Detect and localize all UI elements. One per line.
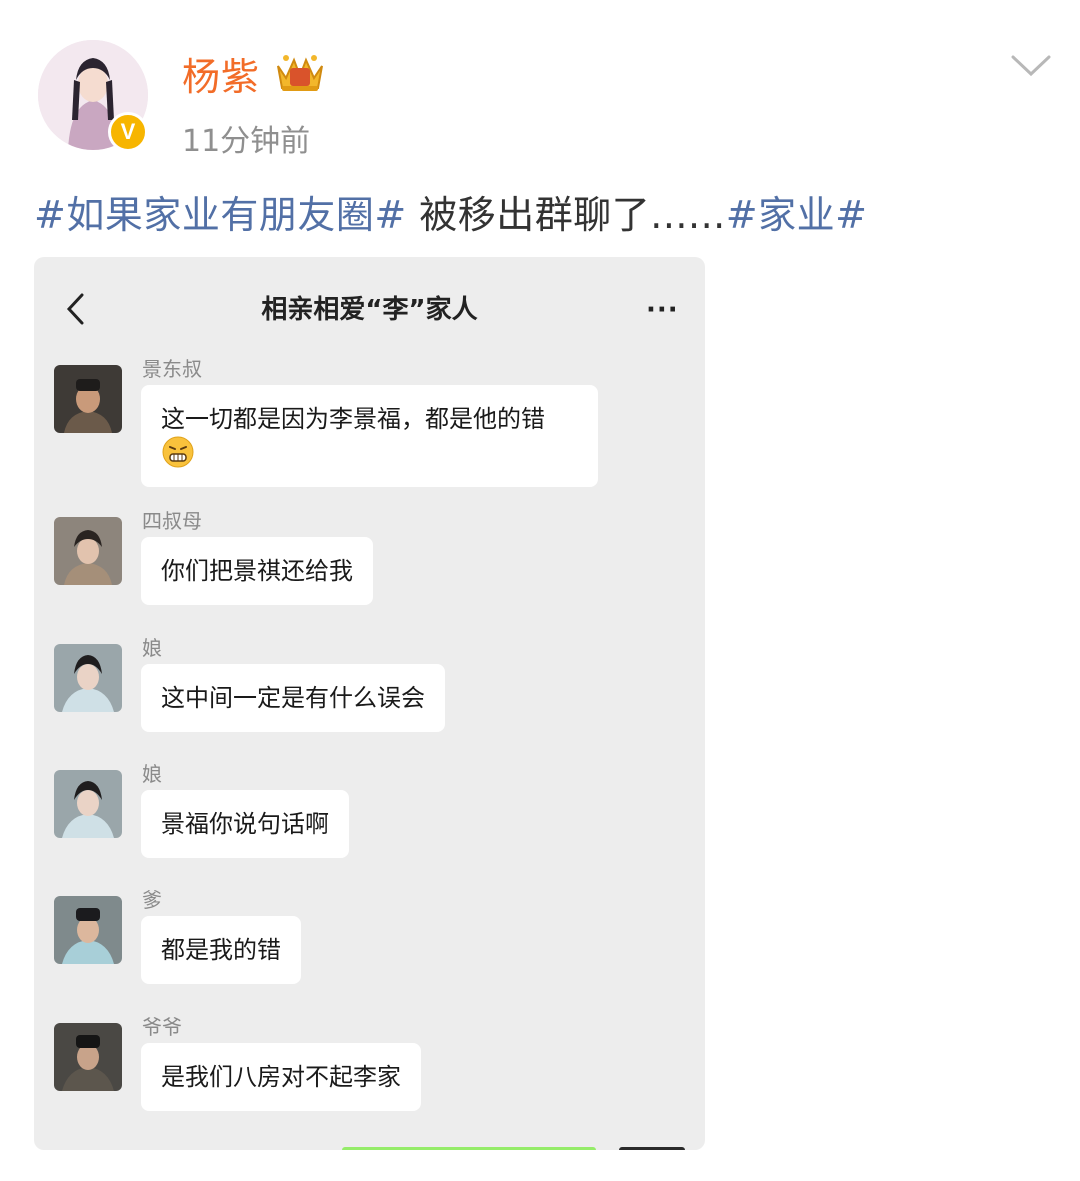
message-text: 是我们八房对不起李家 [161, 1063, 401, 1091]
chat-title: 相亲相爱“李”家人 [261, 295, 478, 325]
hashtag-link[interactable]: #家业# [726, 193, 868, 237]
sender-name: 爹 [142, 888, 162, 912]
avatar [54, 1023, 122, 1091]
avatar-image [54, 896, 122, 964]
avatar-edge [619, 1147, 685, 1150]
outgoing-bubble-edge [342, 1147, 596, 1150]
avatar [54, 517, 122, 585]
avatar-image [54, 517, 122, 585]
hashtag-link[interactable]: #如果家业有朋友圈# [34, 193, 407, 237]
sender-name: 娘 [142, 762, 162, 786]
post-time: 11分钟前 [182, 124, 311, 159]
message-bubble: 是我们八房对不起李家 [141, 1043, 421, 1111]
sender-name: 娘 [142, 636, 162, 660]
avatar-image [54, 1023, 122, 1091]
avatar-image [54, 365, 122, 433]
sender-name: 景东叔 [142, 357, 202, 381]
message-text: 这一切都是因为李景福，都是他的错 [161, 405, 545, 433]
sender-name: 爷爷 [142, 1015, 182, 1039]
message-text: 这中间一定是有什么误会 [161, 684, 425, 712]
post-text: #如果家业有朋友圈# 被移出群聊了......#家业# [34, 184, 867, 239]
message-bubble: 这中间一定是有什么误会 [141, 664, 445, 732]
message-bubble: 景福你说句话啊 [141, 790, 349, 858]
message-bubble: 都是我的错 [141, 916, 301, 984]
message-text: 景福你说句话啊 [161, 810, 329, 838]
sender-name: 四叔母 [142, 509, 202, 533]
avatar-image [54, 770, 122, 838]
message-text: 你们把景祺还给我 [161, 557, 353, 585]
message-bubble: 这一切都是因为李景福，都是他的错 [141, 385, 598, 487]
avatar [54, 644, 122, 712]
avatar [54, 770, 122, 838]
post-body-text: 被移出群聊了...... [406, 193, 726, 237]
crown-badge-icon [277, 55, 323, 91]
verified-icon: V [108, 112, 148, 152]
more-icon: ··· [646, 295, 679, 325]
avatar [54, 365, 122, 433]
avatar [54, 896, 122, 964]
chevron-down-icon[interactable] [1010, 52, 1052, 80]
message-text: 都是我的错 [161, 936, 281, 964]
avatar-image [54, 644, 122, 712]
chat-screenshot-image[interactable]: 相亲相爱“李”家人 ··· 景东叔 这一切都是因为李景福，都是他的错 四叔母 你… [34, 257, 705, 1150]
grimace-emoji-icon [162, 436, 194, 468]
message-bubble: 你们把景祺还给我 [141, 537, 373, 605]
username[interactable]: 杨紫 [182, 46, 260, 101]
